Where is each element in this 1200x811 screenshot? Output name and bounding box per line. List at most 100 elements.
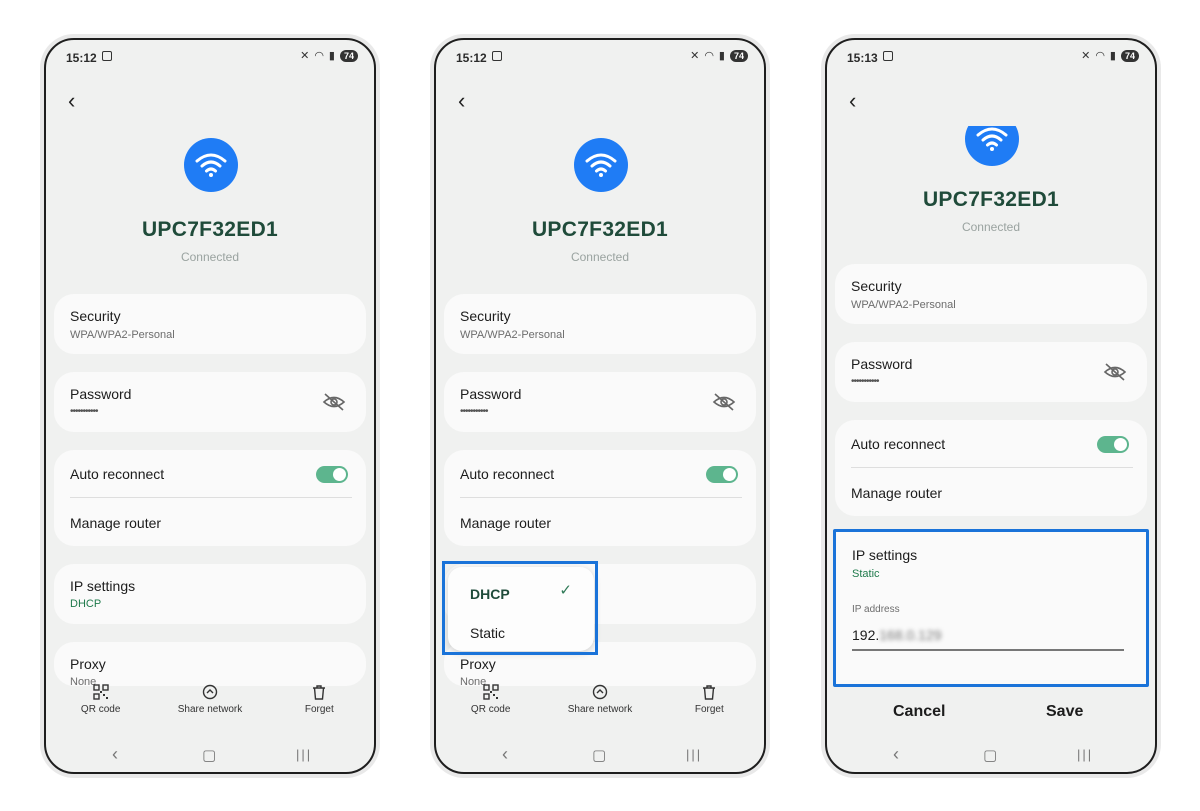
bottom-action-bar: QR code Share network Forget	[46, 684, 374, 728]
share-network-button[interactable]: Share network	[170, 684, 250, 728]
forget-button[interactable]: Forget	[669, 684, 749, 728]
signal-icon: ▮	[328, 50, 335, 62]
qr-code-icon	[482, 684, 499, 700]
security-label: Security	[460, 308, 511, 324]
status-time: 15:13	[847, 51, 878, 65]
qr-code-button[interactable]: QR code	[61, 684, 141, 728]
system-nav-bar: ‹ ▢ |||	[827, 744, 1155, 768]
password-label: Password	[70, 386, 132, 402]
connection-status: Connected	[180, 250, 240, 264]
qr-code-button[interactable]: QR code	[451, 684, 531, 728]
eye-hidden-icon[interactable]	[712, 393, 736, 411]
manage-router-label[interactable]: Manage router	[70, 515, 161, 531]
ip-settings-card[interactable]: IP settings DHCP	[54, 564, 366, 624]
qr-code-label: QR code	[470, 704, 511, 715]
battery-level: 74	[729, 49, 748, 62]
phone-dropdown: 15:12 ✕ ◠ ▮ 74 ‹ UPC7F32ED1 Connected Se…	[434, 38, 766, 774]
connection-card: Auto reconnect Manage router	[444, 450, 756, 546]
password-card[interactable]: Password •••••••••••	[444, 372, 756, 432]
security-card: Security WPA/WPA2-Personal	[444, 294, 756, 354]
connection-status: Connected	[570, 250, 630, 264]
password-label: Password	[460, 386, 522, 402]
forget-label: Forget	[694, 704, 724, 715]
share-network-icon	[592, 684, 608, 700]
status-bar: 15:12 ✕ ◠ ▮ 74	[46, 40, 374, 74]
security-value: WPA/WPA2-Personal	[851, 299, 956, 311]
auto-reconnect-toggle[interactable]	[706, 466, 738, 483]
nav-recents-icon[interactable]: |||	[1077, 747, 1093, 762]
nav-back-icon[interactable]: ‹	[112, 744, 118, 765]
nav-back-icon[interactable]: ‹	[893, 744, 899, 765]
connection-status: Connected	[961, 220, 1021, 234]
security-value: WPA/WPA2-Personal	[460, 329, 565, 341]
forget-button[interactable]: Forget	[279, 684, 359, 728]
eye-hidden-icon[interactable]	[322, 393, 346, 411]
input-underline	[852, 649, 1124, 651]
phone-static: 15:13 ✕ ◠ ▮ 74 ‹ UPC7F32ED1 Connected Se…	[825, 38, 1157, 774]
security-value: WPA/WPA2-Personal	[70, 329, 175, 341]
security-card: Security WPA/WPA2-Personal	[54, 294, 366, 354]
auto-reconnect-label: Auto reconnect	[460, 466, 555, 482]
share-network-label: Share network	[567, 704, 633, 715]
password-card[interactable]: Password •••••••••••	[835, 342, 1147, 402]
screenshot-indicator-icon	[102, 51, 112, 61]
cancel-button[interactable]: Cancel	[893, 703, 945, 721]
proxy-card[interactable]: Proxy None	[54, 642, 366, 688]
signal-icon: ▮	[1109, 50, 1116, 62]
divider	[460, 497, 742, 498]
ip-address-prefix: 192.	[852, 627, 880, 643]
nav-home-icon[interactable]: ▢	[202, 746, 216, 764]
qr-code-icon	[92, 684, 109, 700]
eye-hidden-icon[interactable]	[1103, 363, 1127, 381]
auto-reconnect-label: Auto reconnect	[70, 466, 165, 482]
ip-address-input[interactable]: 192.168.0.129	[852, 627, 942, 643]
back-icon[interactable]: ‹	[68, 90, 75, 112]
status-bar: 15:13 ✕ ◠ ▮ 74	[827, 40, 1155, 74]
save-button[interactable]: Save	[1046, 703, 1083, 721]
nav-recents-icon[interactable]: |||	[686, 747, 702, 762]
proxy-label: Proxy	[70, 656, 106, 672]
connection-card: Auto reconnect Manage router	[54, 450, 366, 546]
nav-home-icon[interactable]: ▢	[592, 746, 606, 764]
auto-reconnect-toggle[interactable]	[316, 466, 348, 483]
wifi-icon	[184, 138, 238, 192]
manage-router-label[interactable]: Manage router	[460, 515, 551, 531]
wifi-icon	[574, 138, 628, 192]
wifi-icon-clip	[827, 126, 1155, 166]
ip-settings-panel: IP settings Static IP address 192.168.0.…	[833, 529, 1149, 687]
share-network-label: Share network	[177, 704, 243, 715]
wifi-icon	[965, 126, 1019, 166]
forget-label: Forget	[304, 704, 334, 715]
battery-level: 74	[339, 49, 358, 62]
status-time: 15:12	[66, 51, 97, 65]
nav-recents-icon[interactable]: |||	[296, 747, 312, 762]
ip-settings-label[interactable]: IP settings	[852, 547, 917, 563]
divider	[70, 497, 352, 498]
share-network-button[interactable]: Share network	[560, 684, 640, 728]
screenshot-stage: 15:12 ✕ ◠ ▮ 74 ‹ UPC7F32ED1 Connected Se…	[0, 0, 1200, 811]
auto-reconnect-toggle[interactable]	[1097, 436, 1129, 453]
back-icon[interactable]: ‹	[849, 90, 856, 112]
password-card[interactable]: Password •••••••••••	[54, 372, 366, 432]
mute-icon: ✕	[300, 50, 310, 62]
phone-dhcp: 15:12 ✕ ◠ ▮ 74 ‹ UPC7F32ED1 Connected Se…	[44, 38, 376, 774]
manage-router-label[interactable]: Manage router	[851, 485, 942, 501]
nav-back-icon[interactable]: ‹	[502, 744, 508, 765]
auto-reconnect-label: Auto reconnect	[851, 436, 946, 452]
wifi-status-icon: ◠	[704, 50, 714, 62]
status-icons: ✕ ◠ ▮ 74	[690, 49, 748, 62]
ip-settings-value: Static	[852, 568, 880, 580]
screenshot-indicator-icon	[492, 51, 502, 61]
screenshot-indicator-icon	[883, 51, 893, 61]
password-value: •••••••••••	[70, 406, 98, 417]
ip-address-blurred: 168.0.129	[879, 627, 942, 643]
back-icon[interactable]: ‹	[458, 90, 465, 112]
proxy-label: Proxy	[460, 656, 496, 672]
nav-home-icon[interactable]: ▢	[983, 746, 997, 764]
password-value: •••••••••••	[851, 376, 879, 387]
trash-icon	[313, 685, 326, 700]
share-network-icon	[202, 684, 218, 700]
highlight-outline	[442, 561, 598, 655]
mute-icon: ✕	[1081, 50, 1091, 62]
network-name: UPC7F32ED1	[922, 188, 1060, 211]
